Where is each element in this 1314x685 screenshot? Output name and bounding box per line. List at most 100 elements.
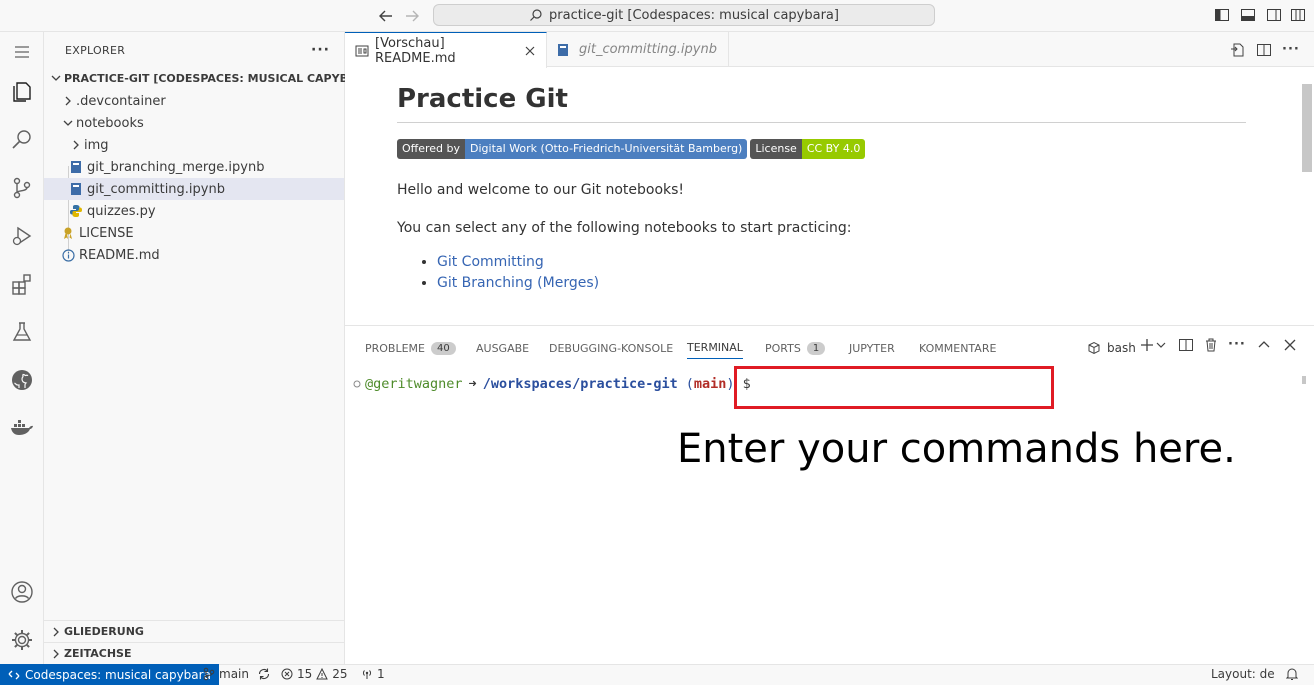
link-git-branching[interactable]: Git Branching (Merges) [437,275,599,291]
branch-icon [203,667,215,681]
notebook-file-icon [557,43,569,57]
link-git-committing[interactable]: Git Committing [437,254,544,270]
annotation-highlight-box [734,366,1054,409]
prompt-arrow: ➜ [468,376,477,392]
tab-output[interactable]: AUSGABE [476,337,529,359]
command-decoration-icon [353,380,361,388]
docker-icon[interactable] [8,414,36,442]
notebook-file-icon [68,181,84,197]
tab-jupyter[interactable]: JUPYTER [849,337,895,359]
more-actions-icon[interactable]: ··· [1282,42,1299,58]
section-timeline[interactable]: ZEITACHSE [44,642,344,664]
terminal-shell-selector[interactable]: bash [1087,337,1136,359]
search-icon[interactable] [8,126,36,154]
status-branch[interactable]: main [203,667,271,681]
workspace-root[interactable]: PRACTICE-GIT [CODESPACES: MUSICAL CAPYBA… [44,67,378,89]
remote-indicator[interactable]: Codespaces: musical capybara [0,664,219,685]
maximize-panel-icon[interactable] [1256,337,1272,353]
tree-item-readme[interactable]: README.md [44,244,344,266]
terminal-prompt[interactable]: @geritwagner ➜ /workspaces/practice-git … [353,376,751,392]
close-panel-icon[interactable] [1282,337,1298,353]
tree-item-notebooks[interactable]: notebooks [44,112,344,134]
split-terminal-icon[interactable] [1178,337,1194,353]
testing-icon[interactable] [8,318,36,346]
sidebar-title: EXPLORER [65,44,126,57]
preview-title: Practice Git [397,68,1246,123]
prompt-branch: main [693,376,727,392]
settings-gear-icon[interactable] [8,626,36,654]
list-item: Git Committing [437,254,1246,270]
tab-debug-console[interactable]: DEBUGGING-KONSOLE [549,337,673,359]
status-keyboard-layout[interactable]: Layout: de [1211,667,1275,681]
title-bar: practice-git [Codespaces: musical capyba… [0,0,1314,32]
list-item: Git Branching (Merges) [437,275,1246,291]
intro-paragraph: Hello and welcome to our Git notebooks! [397,182,685,198]
back-arrow-icon[interactable] [376,6,396,26]
badge-license[interactable]: License CC BY 4.0 [750,139,866,159]
tree-item-quizzes[interactable]: quizzes.py [44,200,344,222]
more-actions-icon[interactable]: ··· [311,42,330,58]
chevron-right-icon [60,93,76,109]
toggle-secondary-sidebar-icon[interactable] [1266,7,1282,23]
more-actions-icon[interactable]: ··· [1228,337,1245,353]
toggle-primary-sidebar-icon[interactable] [1214,7,1230,23]
run-debug-icon[interactable] [8,222,36,250]
tab-comments[interactable]: KOMMENTARE [919,337,996,359]
account-icon[interactable] [8,578,36,606]
broadcast-icon [361,668,373,680]
editor-tabs: [Vorschau] README.md git_committing.ipyn… [345,32,1314,68]
notebook-file-icon [68,159,84,175]
prompt-user: @geritwagner [365,376,463,392]
chevron-right-icon [48,624,64,640]
tree-item-license[interactable]: LICENSE [44,222,344,244]
notebook-links: Git Committing Git Branching (Merges) [397,254,1246,291]
github-icon[interactable] [8,366,36,394]
python-file-icon [68,203,84,219]
status-ports[interactable]: 1 [361,667,385,681]
terminal-scrollbar[interactable] [1302,376,1306,384]
chevron-down-icon[interactable] [1156,337,1172,353]
new-terminal-plus-icon[interactable] [1139,337,1155,353]
license-file-icon [60,225,76,241]
customize-layout-icon[interactable] [1290,7,1306,23]
tab-ports[interactable]: PORTS 1 [765,337,826,359]
notifications-bell-icon[interactable] [1286,667,1298,681]
annotation-text: Enter your commands here. [677,426,1236,472]
editor-scrollbar[interactable] [1302,84,1312,172]
status-problems[interactable]: 15 25 [281,667,348,681]
tree-item-git-committing[interactable]: git_committing.ipynb [44,178,344,200]
markdown-preview: Practice Git Offered by Digital Work (Ot… [345,68,1314,325]
explorer-icon[interactable] [8,78,36,106]
badge-offered-by[interactable]: Offered by Digital Work (Otto-Friedrich-… [397,139,748,159]
source-control-icon[interactable] [8,174,36,202]
tab-problems[interactable]: PROBLEME 40 [365,337,456,359]
tab-git-committing[interactable]: git_committing.ipynb [547,32,729,67]
extensions-icon[interactable] [8,270,36,298]
close-icon[interactable] [524,45,536,57]
tree-item-git-branching-merge[interactable]: git_branching_merge.ipynb [44,156,344,178]
chevron-down-icon [48,70,64,86]
status-bar: Codespaces: musical capybara main 15 25 … [0,664,1314,685]
section-outline[interactable]: GLIEDERUNG [44,620,344,642]
chevron-right-icon [68,137,84,153]
open-source-icon[interactable] [1230,42,1246,58]
command-center-search[interactable]: practice-git [Codespaces: musical capyba… [433,4,935,26]
command-center-text: practice-git [Codespaces: musical capyba… [549,7,839,23]
tree-item-devcontainer[interactable]: .devcontainer [44,90,344,112]
tree-item-img[interactable]: img [44,134,344,156]
tab-terminal[interactable]: TERMINAL [687,337,743,359]
ports-count-badge: 1 [806,341,826,355]
bottom-panel: PROBLEME 40 AUSGABE DEBUGGING-KONSOLE TE… [345,325,1314,664]
preview-icon [355,44,369,58]
forward-arrow-icon[interactable] [402,6,422,26]
sync-icon[interactable] [257,667,271,681]
warning-icon [316,668,329,680]
trash-icon[interactable] [1203,337,1219,353]
split-editor-icon[interactable] [1256,42,1272,58]
problems-count-badge: 40 [431,341,456,355]
tab-readme-preview[interactable]: [Vorschau] README.md [345,32,547,68]
menu-icon[interactable] [8,38,36,66]
toggle-panel-icon[interactable] [1240,7,1256,23]
info-file-icon [60,247,76,263]
search-icon [529,8,543,22]
